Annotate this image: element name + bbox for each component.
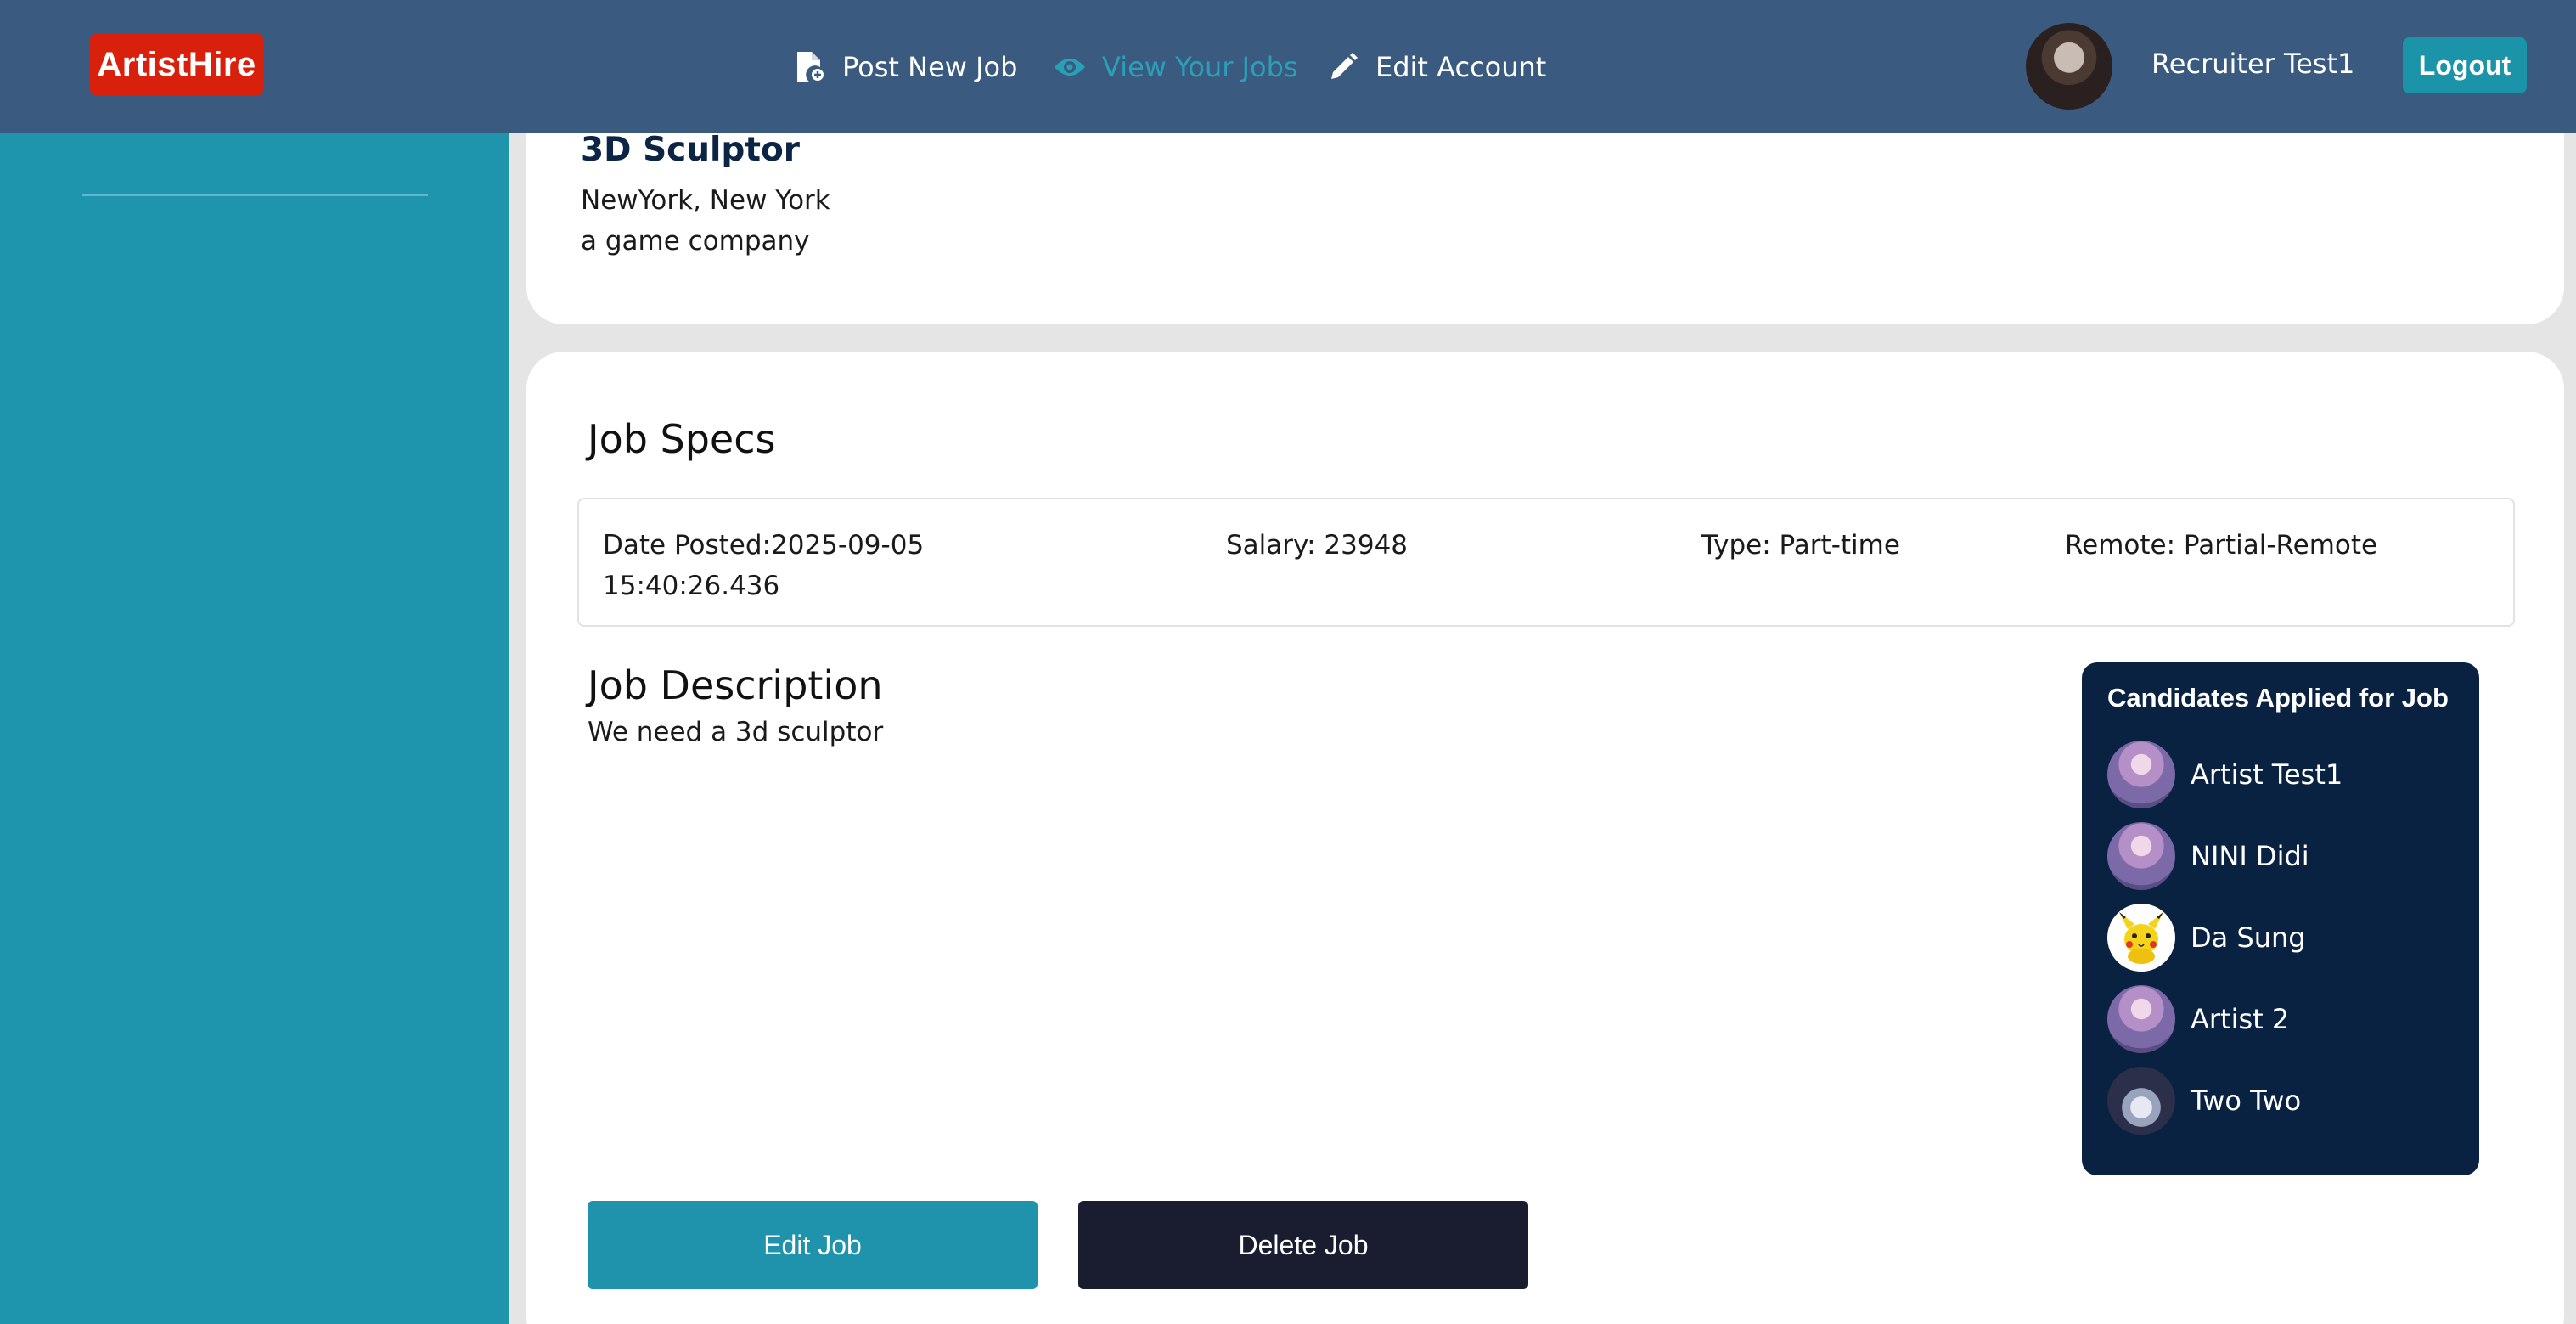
candidate-name: Artist Test1 xyxy=(2191,758,2343,791)
job-location: NewYork, New York xyxy=(581,185,830,216)
eye-icon xyxy=(1053,50,1087,84)
nav-post-new-job-label: Post New Job xyxy=(842,51,1018,83)
logout-button[interactable]: Logout xyxy=(2403,37,2527,93)
file-plus-icon xyxy=(793,50,827,84)
nav-view-your-jobs[interactable]: View Your Jobs xyxy=(1053,46,1298,88)
sidebar xyxy=(0,133,509,1324)
candidate-name: Artist 2 xyxy=(2191,1003,2290,1035)
edit-job-button[interactable]: Edit Job xyxy=(588,1201,1038,1289)
candidate-avatar xyxy=(2107,741,2175,808)
user-avatar[interactable] xyxy=(2026,23,2112,110)
candidates-panel: Candidates Applied for Job Artist Test1 … xyxy=(2082,662,2479,1175)
job-company: a game company xyxy=(581,226,810,256)
remote-status: Remote: Partial-Remote xyxy=(2065,530,2378,561)
job-details-card: Job Specs Date Posted:2025-09-05 15:40:2… xyxy=(526,352,2564,1324)
candidate-avatar xyxy=(2107,985,2175,1053)
candidate-name: Da Sung xyxy=(2191,921,2306,954)
job-description-text: We need a 3d sculptor xyxy=(588,717,884,747)
candidate-item[interactable]: Da Sung xyxy=(2107,904,2343,972)
salary: Salary: 23948 xyxy=(1226,530,1409,561)
sidebar-divider xyxy=(82,194,428,196)
candidates-heading: Candidates Applied for Job xyxy=(2107,683,2449,713)
nav-edit-account[interactable]: Edit Account xyxy=(1326,46,1546,88)
artisthire-logo[interactable]: ArtistHire xyxy=(90,33,263,96)
pencil-icon xyxy=(1326,50,1360,84)
delete-job-button[interactable]: Delete Job xyxy=(1078,1201,1528,1289)
job-specs-box: Date Posted:2025-09-05 15:40:26.436 Sala… xyxy=(577,498,2515,627)
candidate-name: Two Two xyxy=(2191,1085,2302,1117)
candidate-name: NINI Didi xyxy=(2191,840,2309,872)
candidates-list: Artist Test1 NINI Didi Da Sung Artist 2 … xyxy=(2107,741,2343,1148)
candidate-avatar xyxy=(2107,904,2175,972)
job-type: Type: Part-time xyxy=(1701,530,1900,561)
top-navbar: ArtistHire Post New Job View Your Jobs E… xyxy=(0,0,2576,133)
candidate-item[interactable]: Artist 2 xyxy=(2107,985,2343,1053)
date-posted: Date Posted:2025-09-05 15:40:26.436 xyxy=(603,530,925,601)
job-specs-heading: Job Specs xyxy=(588,416,776,462)
nav-post-new-job[interactable]: Post New Job xyxy=(793,46,1017,88)
candidate-item[interactable]: Two Two xyxy=(2107,1067,2343,1135)
nav-edit-account-label: Edit Account xyxy=(1375,51,1547,83)
candidate-item[interactable]: Artist Test1 xyxy=(2107,741,2343,808)
job-title: 3D Sculptor xyxy=(581,131,801,169)
user-name: Recruiter Test1 xyxy=(2151,48,2355,80)
job-description-heading: Job Description xyxy=(588,662,883,708)
candidate-avatar xyxy=(2107,1067,2175,1135)
candidate-avatar xyxy=(2107,822,2175,890)
nav-view-your-jobs-label: View Your Jobs xyxy=(1102,51,1298,83)
candidate-item[interactable]: NINI Didi xyxy=(2107,822,2343,890)
